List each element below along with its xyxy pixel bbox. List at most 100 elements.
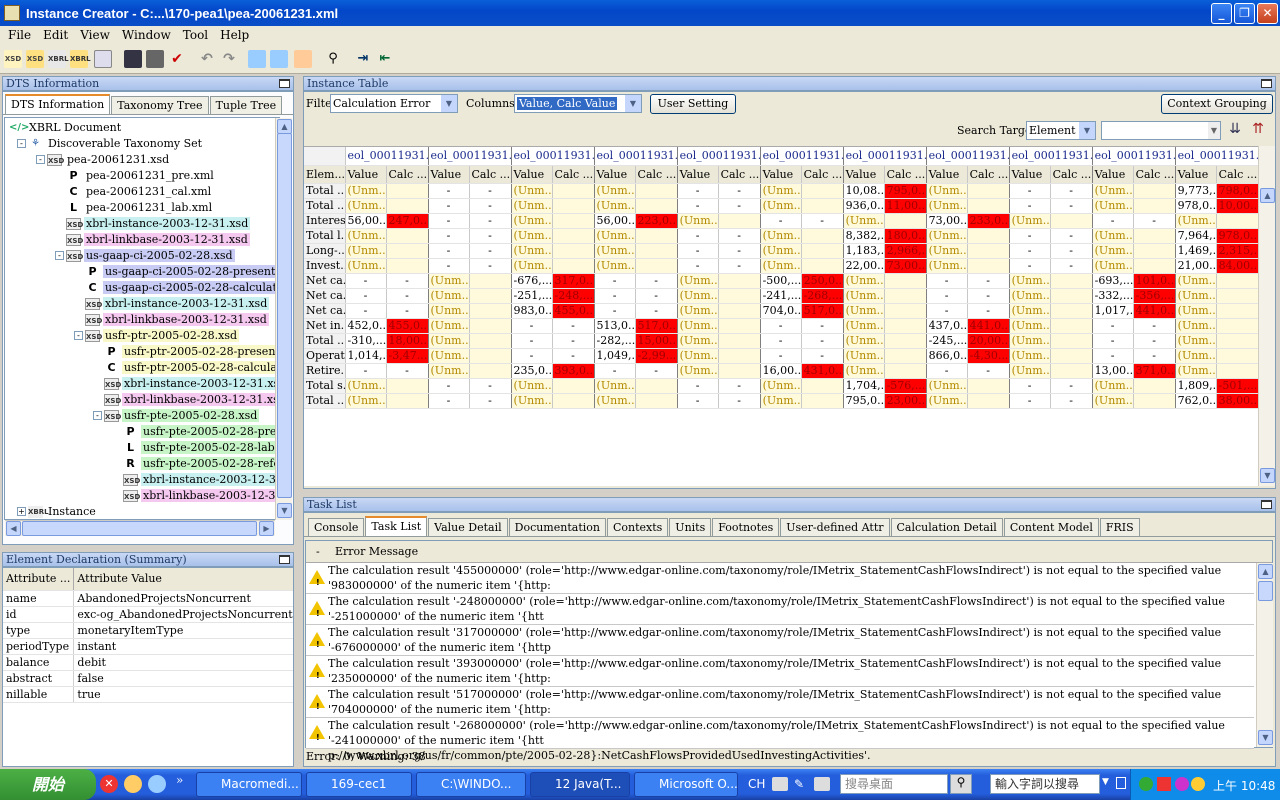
- calc-cell[interactable]: [967, 198, 1010, 214]
- col-attribute[interactable]: Attribute ...: [3, 568, 75, 591]
- calc-cell[interactable]: [552, 228, 595, 244]
- calc-cell[interactable]: -: [386, 303, 429, 319]
- calc-cell[interactable]: -: [967, 363, 1010, 379]
- calc-error-cell[interactable]: -248,...: [552, 288, 595, 304]
- value-cell[interactable]: (Unm...: [1009, 348, 1051, 364]
- calc-error-cell[interactable]: 250,0...: [801, 273, 844, 289]
- calc-cell[interactable]: [1050, 288, 1093, 304]
- calc-error-cell[interactable]: -268,...: [801, 288, 844, 304]
- undo-icon[interactable]: ↶: [198, 50, 216, 68]
- collapse-icon[interactable]: -: [55, 251, 64, 260]
- columns-select[interactable]: Value, Calc Value ▼: [514, 94, 642, 113]
- calc-error-cell[interactable]: 38,00...: [1216, 393, 1258, 409]
- value-cell[interactable]: -: [345, 273, 387, 289]
- tree-node[interactable]: XSDxbrl-linkbase-2003-12-31.xsd: [104, 392, 279, 407]
- calc-cell[interactable]: [552, 258, 595, 274]
- tree-node[interactable]: XSD us-gaap-ci-2005-02-28.xsd: [66, 248, 235, 263]
- calc-cell[interactable]: [1133, 183, 1176, 199]
- value-cell[interactable]: (Unm...: [1092, 183, 1134, 199]
- context-header[interactable]: eol_00011931...: [677, 147, 761, 166]
- row-element-name[interactable]: Long-...: [304, 243, 346, 259]
- value-cell[interactable]: (Unm...: [511, 393, 553, 409]
- calc-cell[interactable]: [1216, 333, 1258, 349]
- tab-console[interactable]: Console: [308, 518, 365, 536]
- value-cell[interactable]: 437,0...: [926, 318, 968, 334]
- value-cell[interactable]: 983,0...: [511, 303, 553, 319]
- calc-cell[interactable]: [1216, 213, 1258, 229]
- table-row[interactable]: Interes...56,00...247,0...--(Unm...56,00…: [304, 213, 1258, 229]
- tree-node[interactable]: XSDxbrl-instance-2003-12-31.xsd: [66, 216, 251, 231]
- context-header[interactable]: eol_00011931...: [1009, 147, 1093, 166]
- value-cell[interactable]: -: [1092, 333, 1134, 349]
- tree-node[interactable]: XSDxbrl-instance-2003-12-31.xsd: [123, 472, 279, 487]
- calc-cell[interactable]: [884, 213, 927, 229]
- value-cell[interactable]: 795,0...: [843, 393, 885, 409]
- decl-row[interactable]: nillable true: [3, 686, 293, 703]
- calc-cell[interactable]: [801, 393, 844, 409]
- calc-cell[interactable]: -: [1133, 333, 1176, 349]
- calc-error-cell[interactable]: 393,0...: [552, 363, 595, 379]
- table-row[interactable]: Retire...--(Unm...235,0...393,0...--(Unm…: [304, 363, 1258, 379]
- value-cell[interactable]: 22,00...: [843, 258, 885, 274]
- value-cell[interactable]: -: [677, 183, 719, 199]
- calc-cell[interactable]: [1216, 348, 1258, 364]
- value-cell[interactable]: (Unm...: [1009, 363, 1051, 379]
- context-header[interactable]: eol_00011931...: [1175, 147, 1258, 166]
- tray-icon-2[interactable]: [1157, 777, 1171, 791]
- row-element-name[interactable]: Operat...: [304, 348, 346, 364]
- window-icon[interactable]: [1116, 777, 1126, 789]
- menu-view[interactable]: View: [74, 28, 116, 42]
- value-cell[interactable]: (Unm...: [1092, 393, 1134, 409]
- table-row[interactable]: Long-... (Unm... - - (Unm... (Unm... - - (Unm...…: [304, 243, 1258, 259]
- col-value[interactable]: Value: [1175, 165, 1217, 184]
- calc-cell[interactable]: -: [1050, 378, 1093, 394]
- value-cell[interactable]: -: [511, 333, 553, 349]
- value-cell[interactable]: (Unm...: [428, 333, 470, 349]
- tree-node[interactable]: ⚘ Discoverable Taxonomy Set: [28, 136, 204, 151]
- value-cell[interactable]: (Unm...: [926, 198, 968, 214]
- web-search-dropdown-icon[interactable]: ▼: [1102, 777, 1109, 787]
- value-cell[interactable]: (Unm...: [677, 288, 719, 304]
- value-cell[interactable]: -: [677, 243, 719, 259]
- calc-cell[interactable]: [552, 198, 595, 214]
- table-row[interactable]: Net ca...--(Unm...-676,...317,0...--(Unm…: [304, 273, 1258, 289]
- search-up-icon[interactable]: ⇈: [1249, 121, 1267, 139]
- maximize-panel-icon[interactable]: [1261, 79, 1272, 88]
- scroll-down-icon[interactable]: ▼: [1260, 468, 1275, 483]
- value-cell[interactable]: (Unm...: [345, 243, 387, 259]
- value-cell[interactable]: -: [677, 228, 719, 244]
- calc-cell[interactable]: [884, 333, 927, 349]
- calc-cell[interactable]: -: [718, 228, 761, 244]
- pen-icon[interactable]: ✎: [794, 777, 808, 791]
- value-cell[interactable]: -: [926, 363, 968, 379]
- value-cell[interactable]: -: [926, 288, 968, 304]
- language-indicator[interactable]: CH: [748, 777, 765, 791]
- decl-row[interactable]: name AbandonedProjectsNoncurrent: [3, 590, 293, 607]
- list-item[interactable]: ! The calculation result '393000000' (rol…: [306, 656, 1254, 700]
- value-cell[interactable]: (Unm...: [1175, 303, 1217, 319]
- collapse-icon[interactable]: -: [17, 139, 26, 148]
- row-element-name[interactable]: Retire...: [304, 363, 346, 379]
- value-cell[interactable]: -: [345, 288, 387, 304]
- calc-error-cell[interactable]: 517,0...: [635, 318, 678, 334]
- taskbar-item-macromedia[interactable]: Macromedi...: [196, 772, 302, 797]
- value-cell[interactable]: (Unm...: [843, 318, 885, 334]
- calc-error-cell[interactable]: 223,0...: [635, 213, 678, 229]
- value-cell[interactable]: -: [428, 393, 470, 409]
- value-cell[interactable]: 56,00...: [594, 213, 636, 229]
- decl-row[interactable]: id exc-og_AbandonedProjectsNoncurrent: [3, 606, 293, 623]
- menu-window[interactable]: Window: [116, 28, 177, 42]
- search-target-select[interactable]: Element ▼: [1026, 121, 1096, 140]
- calc-cell[interactable]: -: [552, 318, 595, 334]
- calc-cell[interactable]: [1133, 198, 1176, 214]
- tab-fris[interactable]: FRIS: [1099, 518, 1140, 536]
- calc-cell[interactable]: [386, 228, 429, 244]
- value-cell[interactable]: -: [1009, 183, 1051, 199]
- calc-cell[interactable]: -: [386, 288, 429, 304]
- value-cell[interactable]: -: [1092, 213, 1134, 229]
- taskbar-item-office[interactable]: Microsoft O...: [634, 772, 738, 797]
- calc-cell[interactable]: -: [469, 183, 512, 199]
- xbrl-new-icon[interactable]: XBRL: [70, 50, 91, 68]
- filter-select[interactable]: Calculation Error ▼: [330, 94, 458, 113]
- row-element-name[interactable]: Net ca...: [304, 273, 346, 289]
